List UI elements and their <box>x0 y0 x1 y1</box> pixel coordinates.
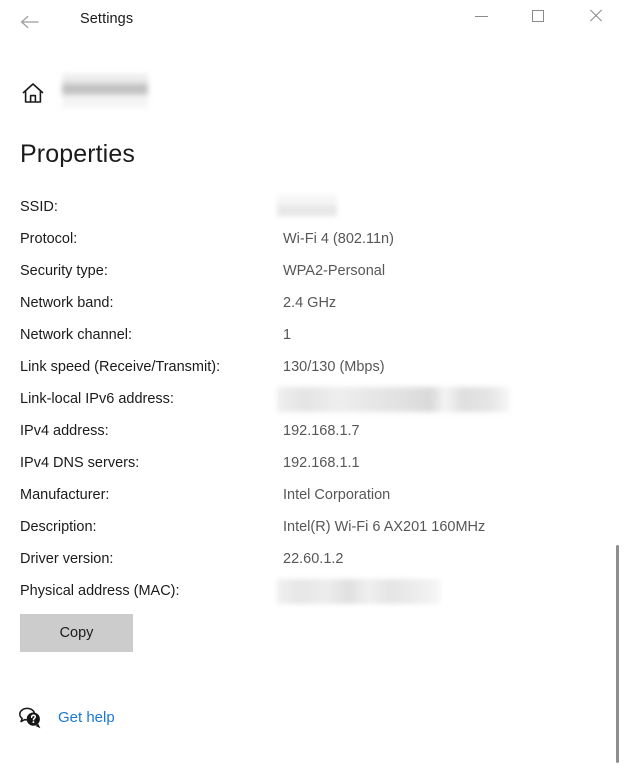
property-row-link-speed: Link speed (Receive/Transmit): 130/130 (… <box>0 356 600 388</box>
property-row-driver-version: Driver version: 22.60.1.2 <box>0 548 600 580</box>
minimize-button[interactable] <box>458 0 504 32</box>
copy-button[interactable]: Copy <box>20 614 133 652</box>
property-label: Network channel: <box>20 327 133 343</box>
property-label: Physical address (MAC): <box>20 583 180 599</box>
maximize-icon <box>532 10 544 22</box>
property-label: SSID: <box>20 199 58 215</box>
property-label: Driver version: <box>20 551 114 567</box>
property-row-network-channel: Network channel: 1 <box>0 324 600 356</box>
property-value: 192.168.1.7 <box>283 423 360 439</box>
page-title: Properties <box>20 140 135 168</box>
get-help-link[interactable]: Get help <box>58 706 115 730</box>
title-bar: Settings <box>0 0 625 46</box>
property-row-physical-address: Physical address (MAC): <box>0 579 600 612</box>
properties-list: SSID: Protocol: Wi-Fi 4 (802.11n) Securi… <box>0 195 600 612</box>
home-icon[interactable] <box>20 80 46 106</box>
property-label: IPv4 DNS servers: <box>20 455 140 471</box>
scrollbar-thumb[interactable] <box>616 545 619 763</box>
property-label: Link speed (Receive/Transmit): <box>20 359 221 375</box>
property-value: Intel Corporation <box>283 487 391 503</box>
property-row-description: Description: Intel(R) Wi-Fi 6 AX201 160M… <box>0 516 600 548</box>
property-value-redacted <box>277 387 510 412</box>
maximize-button[interactable] <box>515 0 561 32</box>
back-button[interactable] <box>12 4 48 40</box>
close-button[interactable] <box>573 0 619 32</box>
property-label: IPv4 address: <box>20 423 109 439</box>
back-arrow-icon <box>19 13 41 31</box>
property-label: Description: <box>20 519 97 535</box>
property-label: Link-local IPv6 address: <box>20 391 174 407</box>
property-label: Protocol: <box>20 231 78 247</box>
property-value: Wi-Fi 4 (802.11n) <box>283 231 394 247</box>
property-row-protocol: Protocol: Wi-Fi 4 (802.11n) <box>0 228 600 260</box>
property-row-ssid: SSID: <box>0 195 600 228</box>
property-row-ipv4-address: IPv4 address: 192.168.1.7 <box>0 420 600 452</box>
app-title: Settings <box>80 11 134 27</box>
property-label: Security type: <box>20 263 108 279</box>
property-value-redacted <box>277 195 337 220</box>
help-chat-icon <box>18 706 44 732</box>
property-value: WPA2-Personal <box>283 263 386 279</box>
breadcrumb <box>0 70 625 116</box>
property-value: 192.168.1.1 <box>283 455 360 471</box>
property-label: Network band: <box>20 295 114 311</box>
property-value: 22.60.1.2 <box>283 551 344 567</box>
property-value: 2.4 GHz <box>283 295 337 311</box>
settings-window: Settings Properties SSID: Protocol: Wi-F… <box>0 0 625 765</box>
property-row-link-local-ipv6: Link-local IPv6 address: <box>0 387 600 420</box>
property-value: 130/130 (Mbps) <box>283 359 385 375</box>
property-row-network-band: Network band: 2.4 GHz <box>0 292 600 324</box>
property-row-ipv4-dns-servers: IPv4 DNS servers: 192.168.1.1 <box>0 452 600 484</box>
property-value: Intel(R) Wi-Fi 6 AX201 160MHz <box>283 519 486 535</box>
property-row-manufacturer: Manufacturer: Intel Corporation <box>0 484 600 516</box>
close-icon <box>589 9 603 23</box>
scrollbar-track[interactable] <box>609 46 625 765</box>
minimize-icon <box>474 15 488 17</box>
property-value-redacted <box>277 579 440 604</box>
property-row-security-type: Security type: WPA2-Personal <box>0 260 600 292</box>
property-label: Manufacturer: <box>20 487 110 503</box>
get-help-row: Get help <box>0 703 300 737</box>
property-value: 1 <box>283 327 292 343</box>
breadcrumb-redacted-label[interactable] <box>62 74 148 108</box>
